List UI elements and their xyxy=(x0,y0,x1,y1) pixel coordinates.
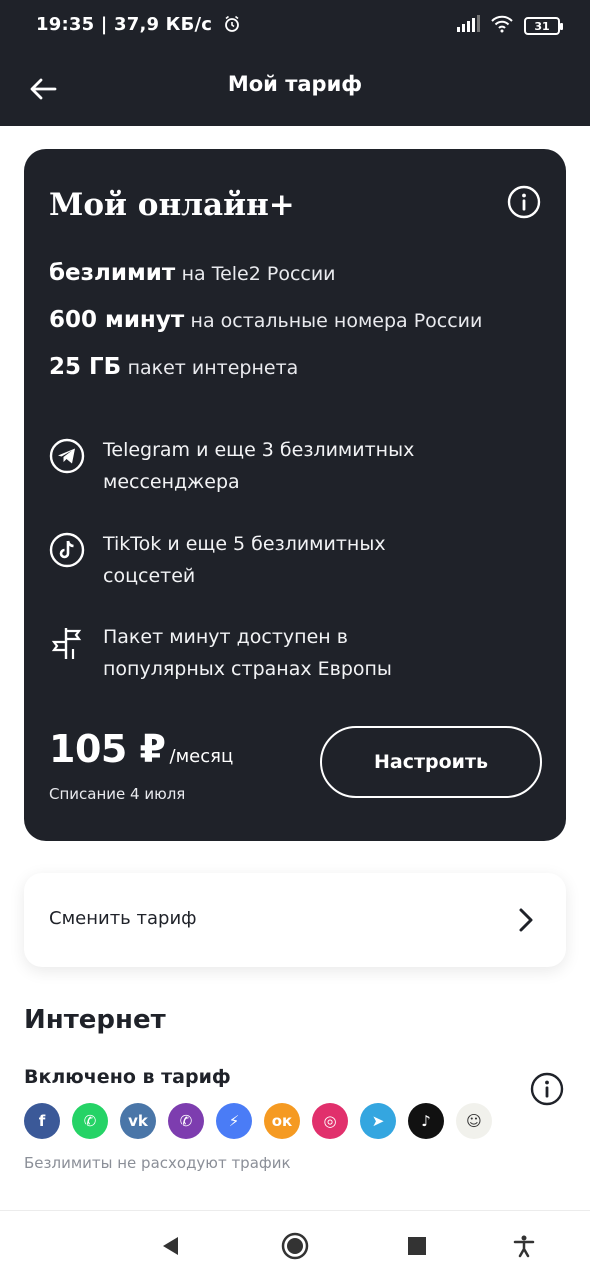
vk-icon: vk xyxy=(120,1103,156,1139)
telegram-icon xyxy=(49,438,85,474)
signpost-icon xyxy=(51,628,82,659)
tariff-card: Мой онлайн+ безлимит на Tele2 России 600… xyxy=(24,149,566,841)
status-time: 19:35 | 37,9 КБ/с xyxy=(36,14,241,38)
page-title: Мой тариф xyxy=(227,72,363,96)
unlimited-note: Безлимиты не расходуют трафик xyxy=(24,1154,291,1172)
telegram-icon: ➤ xyxy=(360,1103,396,1139)
included-title: Включено в тариф xyxy=(24,1066,231,1088)
nav-back-button[interactable] xyxy=(154,1229,188,1263)
feature-value: 600 минут xyxy=(49,307,185,333)
perk-text: Telegram и еще 3 безлимитных мессенджера xyxy=(103,434,414,498)
feature-text: на Tele2 России xyxy=(181,263,336,285)
facebook-icon: f xyxy=(24,1103,60,1139)
perk-socials: TikTok и еще 5 безлимитных соцсетей xyxy=(49,528,549,592)
instagram-icon: ◎ xyxy=(312,1103,348,1139)
odnoklassniki-icon: ок xyxy=(264,1103,300,1139)
back-triangle-icon xyxy=(163,1237,178,1255)
feature-minutes: 600 минут на остальные номера России xyxy=(49,307,482,333)
perk-text: Пакет минут доступен в популярных страна… xyxy=(103,621,392,685)
info-icon xyxy=(530,1072,564,1106)
perk-line: популярных странах Европы xyxy=(103,658,392,680)
feature-unlimited: безлимит на Tele2 России xyxy=(49,260,336,286)
messenger-icon: ⚡ xyxy=(216,1103,252,1139)
tiktok-icon: ♪ xyxy=(408,1103,444,1139)
included-apps: f ✆ vk ✆ ⚡ ок ◎ ➤ ♪ ☺ xyxy=(24,1103,492,1139)
perk-line: TikTok и еще 5 безлимитных xyxy=(103,533,386,555)
billing-date: Списание 4 июля xyxy=(49,785,186,803)
recents-square-icon xyxy=(408,1237,426,1255)
tariff-info-button[interactable] xyxy=(507,185,541,219)
price-unit: /месяц xyxy=(169,746,234,767)
internet-section-title: Интернет xyxy=(24,1005,166,1035)
price-amount: 105 ₽ xyxy=(49,727,166,771)
perk-line: мессенджера xyxy=(103,471,240,493)
status-time-text: 19:35 | 37,9 КБ/с xyxy=(36,14,213,35)
nav-recents-button[interactable] xyxy=(400,1229,434,1263)
home-circle-icon xyxy=(281,1232,309,1260)
avatar-app-icon: ☺ xyxy=(456,1103,492,1139)
nav-accessibility-button[interactable] xyxy=(507,1229,541,1263)
feature-value: безлимит xyxy=(49,260,176,286)
whatsapp-icon: ✆ xyxy=(72,1103,108,1139)
tiktok-icon xyxy=(49,532,85,568)
chevron-right-icon xyxy=(519,908,533,932)
viber-icon: ✆ xyxy=(168,1103,204,1139)
nav-home-button[interactable] xyxy=(278,1229,312,1263)
battery-level: 31 xyxy=(534,19,550,33)
alarm-icon xyxy=(223,15,241,38)
perk-text: TikTok и еще 5 безлимитных соцсетей xyxy=(103,528,386,592)
system-nav-bar xyxy=(0,1210,590,1280)
perk-messengers: Telegram и еще 3 безлимитных мессенджера xyxy=(49,434,549,498)
accessibility-icon xyxy=(513,1235,535,1258)
perk-line: соцсетей xyxy=(103,565,196,587)
info-icon xyxy=(507,185,541,219)
wifi-icon xyxy=(490,15,514,37)
app-bar: Мой тариф xyxy=(0,52,590,126)
tariff-name: Мой онлайн+ xyxy=(49,187,295,223)
change-tariff-button[interactable]: Сменить тариф xyxy=(24,873,566,967)
signal-icon xyxy=(456,15,480,37)
battery-icon: 31 xyxy=(524,17,563,35)
status-bar: 19:35 | 37,9 КБ/с 31 xyxy=(0,0,590,52)
perk-line: Telegram и еще 3 безлимитных xyxy=(103,439,415,461)
internet-info-button[interactable] xyxy=(530,1072,564,1106)
feature-value: 25 ГБ xyxy=(49,354,122,380)
change-tariff-label: Сменить тариф xyxy=(49,908,197,929)
perk-europe: Пакет минут доступен в популярных страна… xyxy=(49,621,549,685)
status-icons: 31 xyxy=(456,15,563,37)
price: 105 ₽ /месяц xyxy=(49,727,233,771)
feature-internet: 25 ГБ пакет интернета xyxy=(49,354,298,380)
perk-line: Пакет минут доступен в xyxy=(103,626,348,648)
configure-button[interactable]: Настроить xyxy=(320,726,542,798)
feature-text: пакет интернета xyxy=(127,357,299,379)
feature-text: на остальные номера России xyxy=(190,310,483,332)
